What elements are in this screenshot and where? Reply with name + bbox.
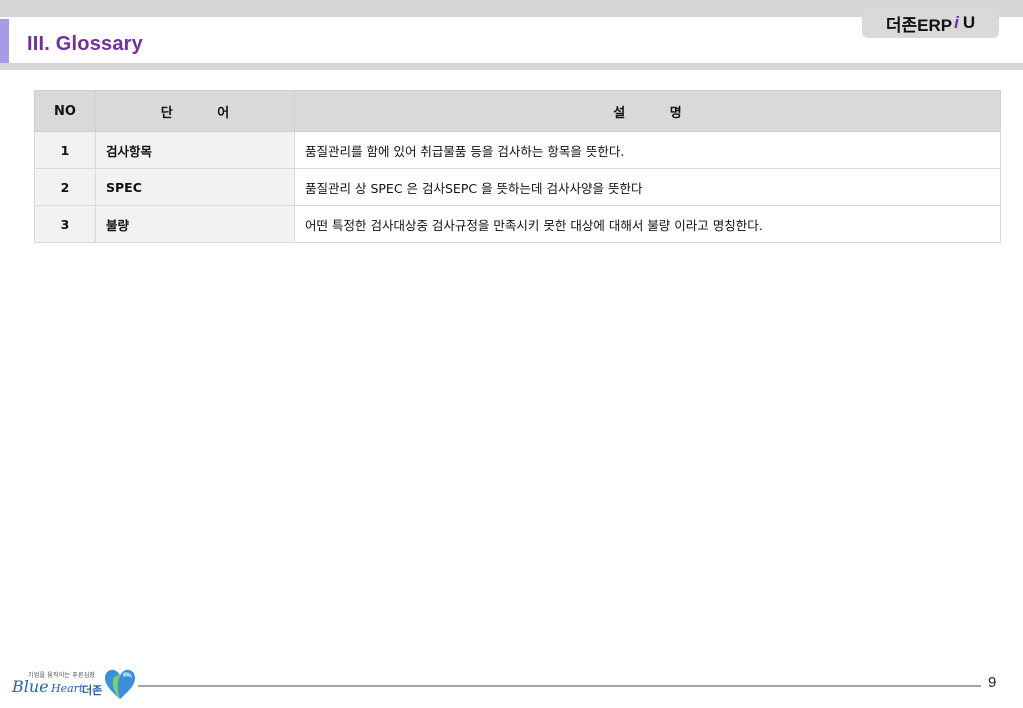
col-header-desc-label: 설 명: [613, 105, 702, 121]
row-desc: 품질관리를 함에 있어 취급물품 등을 검사하는 항목을 뜻한다.: [294, 131, 1001, 169]
page-title: III. Glossary: [27, 33, 143, 55]
brand-prefix: 더존ERP: [885, 15, 953, 35]
footer-divider: [138, 685, 981, 687]
logo-word-blue: Blue: [12, 677, 49, 696]
brand-suffix: U: [962, 13, 976, 32]
title-underline-band: [0, 63, 1023, 70]
table-row: 2 SPEC 품질관리 상 SPEC 은 검사SEPC 을 뜻하는데 검사사양을…: [34, 168, 1001, 206]
row-no: 3: [34, 205, 96, 243]
row-desc: 품질관리 상 SPEC 은 검사SEPC 을 뜻하는데 검사사양을 뜻한다: [294, 168, 1001, 206]
row-term: SPEC: [95, 168, 295, 206]
row-term: 불량: [95, 205, 295, 243]
col-header-no: NO: [34, 90, 96, 132]
row-term: 검사항목: [95, 131, 295, 169]
brand-tab: 더존ERP i U: [862, 8, 999, 38]
logo-korean: 더존: [82, 684, 103, 697]
brand-i: i: [954, 13, 959, 32]
table-header-row: NO 단 어 설 명: [34, 90, 1001, 132]
table-row: 3 불량 어떤 특정한 검사대상중 검사규정을 만족시키 못한 대상에 대해서 …: [34, 205, 1001, 243]
col-header-desc: 설 명: [294, 90, 1001, 132]
page-number: 9: [988, 674, 997, 691]
title-accent-bar: [0, 19, 9, 63]
row-no: 1: [34, 131, 96, 169]
heart-logo-icon: [105, 669, 135, 699]
row-desc: 어떤 특정한 검사대상중 검사규정을 만족시키 못한 대상에 대해서 불량 이라…: [294, 205, 1001, 243]
col-header-term: 단 어: [95, 90, 295, 132]
logo-word-heart: Heart: [51, 682, 84, 695]
footer-logo: 기업을 움직이는 푸른심장 Blue Heart 더존: [11, 668, 136, 702]
table-row: 1 검사항목 품질관리를 함에 있어 취급물품 등을 검사하는 항목을 뜻한다.: [34, 131, 1001, 169]
col-header-term-label: 단 어: [160, 105, 250, 121]
glossary-table: NO 단 어 설 명 1 검사항목 품질관리를 함에 있어 취급물품 등을 검사…: [34, 90, 1001, 243]
row-no: 2: [34, 168, 96, 206]
